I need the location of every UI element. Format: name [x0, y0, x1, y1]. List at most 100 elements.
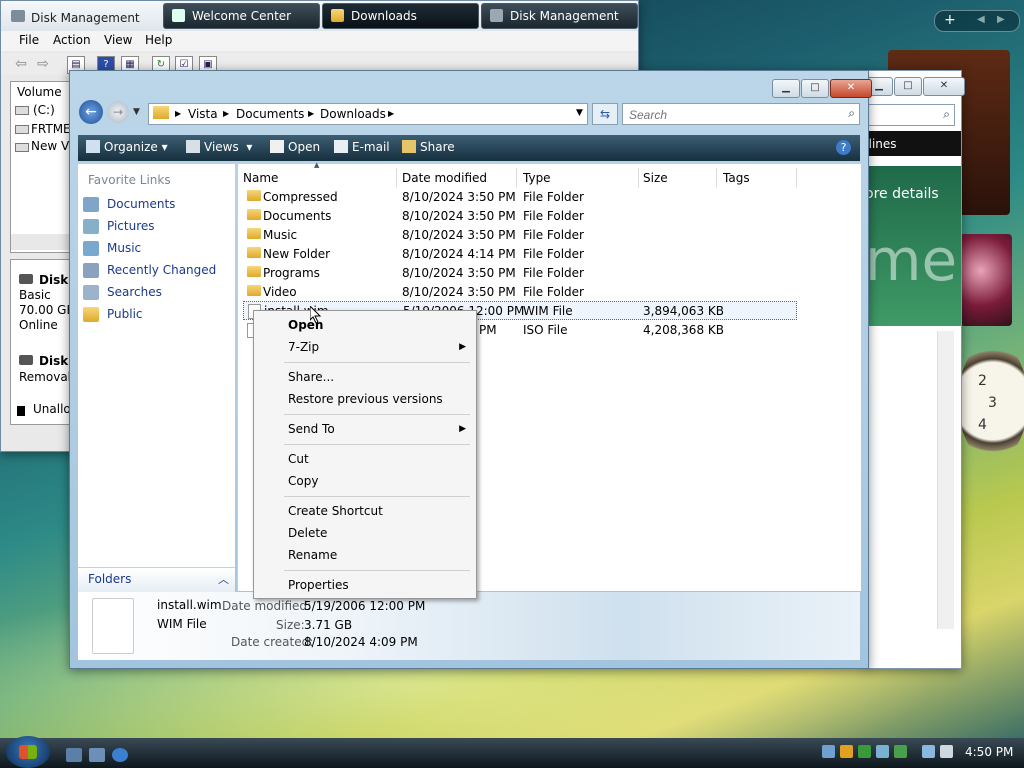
taskbar-item-welcome-center[interactable]: Welcome Center: [163, 3, 320, 29]
switch-windows-icon[interactable]: [89, 748, 105, 762]
date-modified-label: Date modified:: [222, 599, 312, 613]
search-input[interactable]: [627, 107, 831, 123]
favorite-link-pictures[interactable]: Pictures: [107, 219, 155, 233]
size-label: Size:: [276, 618, 305, 632]
column-header-size[interactable]: Size: [638, 168, 717, 188]
menu-separator: [284, 496, 470, 497]
table-row[interactable]: Music 8/10/2024 3:50 PM File Folder: [243, 225, 795, 244]
menu-item-send-to[interactable]: Send To: [288, 422, 335, 436]
maximize-button[interactable]: □: [801, 79, 829, 98]
more-details-link[interactable]: ore details: [865, 186, 939, 202]
organize-button[interactable]: Organize ▾: [86, 140, 168, 154]
favorite-link-recently-changed[interactable]: Recently Changed: [107, 263, 216, 277]
close-button[interactable]: ✕: [923, 77, 965, 96]
search-icon[interactable]: ⌕: [848, 106, 855, 121]
menu-item-share[interactable]: Share...: [288, 370, 334, 384]
next-icon[interactable]: ▶: [997, 14, 1005, 25]
favorite-link-music[interactable]: Music: [107, 241, 141, 255]
menu-help[interactable]: Help: [145, 33, 172, 47]
search-box[interactable]: ⌕: [867, 104, 955, 126]
address-dropdown-icon[interactable]: ▼: [576, 108, 583, 118]
table-row[interactable]: Programs 8/10/2024 3:50 PM File Folder: [243, 263, 795, 282]
volume-muted-icon[interactable]: [940, 745, 953, 758]
folder-icon: [247, 266, 261, 277]
views-button[interactable]: Views ▾: [186, 140, 252, 154]
back-button[interactable]: ←: [79, 100, 103, 124]
add-gadget-icon[interactable]: +: [944, 12, 956, 28]
refresh-button[interactable]: ⇆: [592, 103, 618, 125]
open-button[interactable]: Open: [270, 140, 320, 154]
share-button[interactable]: Share: [402, 140, 455, 154]
menu-item-7zip[interactable]: 7-Zip: [288, 340, 319, 354]
slideshow-gadget[interactable]: [960, 234, 1012, 326]
volume-item[interactable]: (C:): [33, 103, 55, 117]
menu-item-restore-previous-versions[interactable]: Restore previous versions: [288, 392, 443, 406]
tray-network-icon[interactable]: [822, 745, 835, 758]
documents-icon: [83, 197, 99, 212]
background-window[interactable]: ▁ □ ✕ ⌕ dlines ore details me: [861, 70, 965, 669]
menu-item-copy[interactable]: Copy: [288, 474, 318, 488]
date-modified-value: 5/19/2006 12:00 PM: [304, 599, 426, 613]
menu-item-create-shortcut[interactable]: Create Shortcut: [288, 504, 383, 518]
menu-separator: [284, 444, 470, 445]
breadcrumb-downloads[interactable]: Downloads: [320, 107, 386, 121]
forward-button[interactable]: →: [107, 101, 129, 123]
start-button[interactable]: [6, 736, 50, 768]
tray-security-icon[interactable]: [840, 745, 853, 758]
close-button[interactable]: ✕: [830, 79, 872, 98]
favorite-link-documents[interactable]: Documents: [107, 197, 175, 211]
forward-icon[interactable]: ⇨: [35, 56, 51, 72]
menu-file[interactable]: File: [19, 33, 39, 47]
column-header-tags[interactable]: Tags: [718, 168, 797, 188]
web-content: ore details me: [865, 166, 961, 326]
breadcrumb-documents[interactable]: Documents: [236, 107, 304, 121]
breadcrumb-separator-icon: ▶: [223, 109, 230, 118]
search-icon[interactable]: ⌕: [943, 107, 950, 122]
disk-status: Online: [19, 318, 58, 332]
internet-explorer-icon[interactable]: [112, 748, 128, 762]
column-header-name[interactable]: Name: [238, 168, 397, 188]
breadcrumb-separator-icon: ▶: [308, 109, 315, 118]
menu-item-rename[interactable]: Rename: [288, 548, 337, 562]
menu-view[interactable]: View: [104, 33, 132, 47]
address-bar[interactable]: ▶ Vista ▶ Documents ▶ Downloads ▶ ▼: [148, 103, 588, 125]
prev-icon[interactable]: ◀: [977, 14, 985, 25]
horizontal-scrollbar[interactable]: [11, 234, 73, 250]
disk-graphical-view[interactable]: Disk 0 Basic 70.00 GB Online Disk 1 Remo…: [10, 259, 85, 425]
back-icon[interactable]: ⇦: [13, 56, 29, 72]
chevron-up-icon[interactable]: ︿: [218, 571, 229, 587]
taskbar-item-disk-management[interactable]: Disk Management: [481, 3, 638, 29]
volume-item[interactable]: FRTME: [31, 122, 71, 136]
menu-item-cut[interactable]: Cut: [288, 452, 309, 466]
show-desktop-icon[interactable]: [66, 748, 82, 762]
search-box[interactable]: ⌕: [622, 103, 860, 125]
breadcrumb-vista[interactable]: Vista: [188, 107, 218, 121]
favorite-link-searches[interactable]: Searches: [107, 285, 162, 299]
folders-toggle[interactable]: Folders ︿: [78, 567, 235, 592]
table-row[interactable]: Compressed 8/10/2024 3:50 PM File Folder: [243, 187, 795, 206]
minimize-button[interactable]: ▁: [772, 79, 800, 98]
welcome-center-icon: [172, 9, 185, 22]
maximize-button[interactable]: □: [894, 77, 922, 96]
taskbar-item-downloads[interactable]: Downloads: [322, 3, 479, 29]
table-row[interactable]: Video 8/10/2024 3:50 PM File Folder: [243, 282, 795, 301]
table-row[interactable]: New Folder 8/10/2024 4:14 PM File Folder: [243, 244, 795, 263]
favorite-link-public[interactable]: Public: [107, 307, 143, 321]
tray-monitor-icon[interactable]: [922, 745, 935, 758]
clock[interactable]: 4:50 PM: [965, 745, 1013, 759]
vertical-scrollbar[interactable]: [937, 331, 954, 629]
menu-action[interactable]: Action: [53, 33, 91, 47]
volume-list[interactable]: Volume (C:) FRTME New Vo: [10, 81, 76, 253]
help-icon[interactable]: ?: [836, 140, 851, 155]
recent-pages-icon[interactable]: ▼: [133, 107, 140, 117]
column-header-date[interactable]: Date modified: [398, 168, 517, 188]
table-row[interactable]: Documents 8/10/2024 3:50 PM File Folder: [243, 206, 795, 225]
menu-item-delete[interactable]: Delete: [288, 526, 327, 540]
tray-flag-icon[interactable]: [858, 745, 871, 758]
column-header-type[interactable]: Type: [518, 168, 639, 188]
menu-item-properties[interactable]: Properties: [288, 578, 349, 592]
clock-gadget[interactable]: 2 3 4: [958, 340, 1024, 462]
tray-app-icon[interactable]: [894, 745, 907, 758]
email-button[interactable]: E-mail: [334, 140, 390, 154]
tray-app-icon[interactable]: [876, 745, 889, 758]
